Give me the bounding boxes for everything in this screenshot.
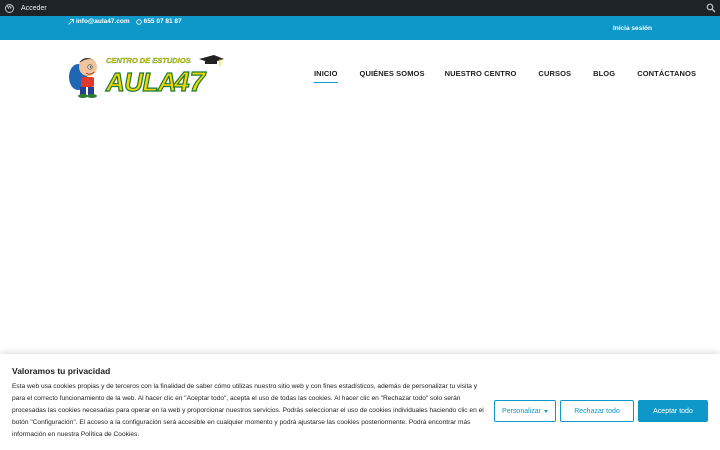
cookie-description: Esta web usa cookies propias y de tercer… <box>12 383 484 439</box>
phone-icon <box>135 18 142 25</box>
wordpress-icon[interactable]: W <box>5 3 14 13</box>
customize-button[interactable]: Personalizar <box>494 400 556 422</box>
email-link[interactable]: info@aula47.com <box>68 18 130 25</box>
logo-tagline: CENTRO DE ESTUDIOS <box>106 56 191 65</box>
main-nav: INICIO QUIÉNES SOMOS NUESTRO CENTRO CURS… <box>306 69 696 83</box>
nav-item-quienes-somos[interactable]: QUIÉNES SOMOS <box>360 69 425 78</box>
contact-info: info@aula47.com 655 07 81 87 <box>68 18 182 25</box>
graduation-cap-icon <box>199 55 224 66</box>
nav-item-inicio[interactable]: INICIO <box>314 69 338 83</box>
admin-login-link[interactable]: Acceder <box>21 5 47 12</box>
email-text: info@aula47.com <box>76 18 130 25</box>
logo-name: AULA <box>105 67 176 97</box>
nav-item-blog[interactable]: BLOG <box>593 69 615 78</box>
contact-bar: info@aula47.com 655 07 81 87 Inicia sesi… <box>0 16 720 40</box>
customize-label: Personalizar <box>502 407 541 415</box>
email-icon <box>68 18 74 25</box>
nav-item-cursos[interactable]: CURSOS <box>538 69 571 78</box>
accept-all-button[interactable]: Aceptar todo <box>638 400 708 422</box>
nav-item-nuestro-centro[interactable]: NUESTRO CENTRO <box>445 69 517 78</box>
site-logo[interactable]: CENTRO DE ESTUDIOS AULA 47 <box>66 53 226 99</box>
admin-bar: W Acceder <box>0 0 720 16</box>
login-link[interactable]: Inicia sesión <box>613 25 652 32</box>
nav-item-contactanos[interactable]: CONTÁCTANOS <box>637 69 696 78</box>
chevron-down-icon <box>543 409 548 413</box>
mascot-icon <box>69 58 97 98</box>
reject-all-button[interactable]: Rechazar todo <box>560 400 634 422</box>
search-icon[interactable] <box>706 3 716 13</box>
cookie-title: Valoramos tu privacidad <box>12 366 111 376</box>
phone-text: 655 07 81 87 <box>143 18 182 25</box>
logo-number: 47 <box>173 66 207 97</box>
phone-link[interactable]: 655 07 81 87 <box>135 18 182 25</box>
